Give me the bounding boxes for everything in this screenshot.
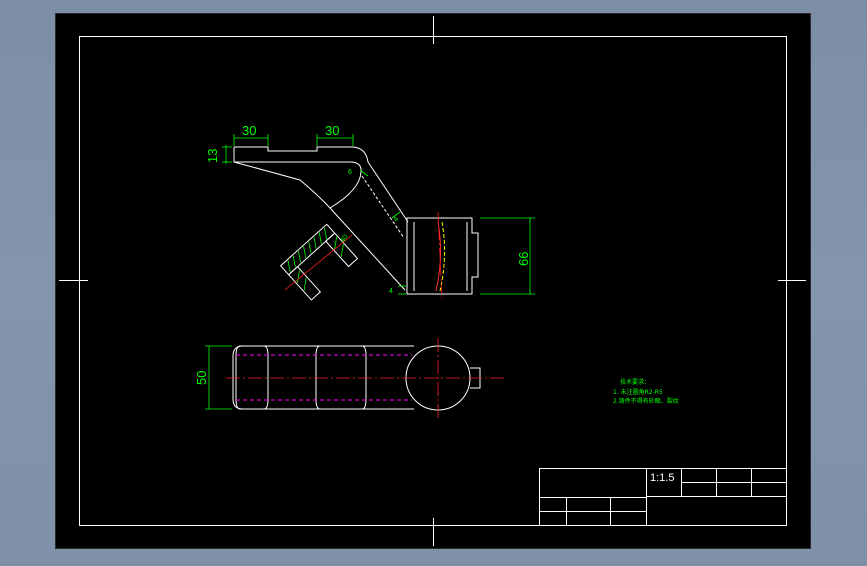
tech-req-item-2: 2.铸件不得有砂眼、裂纹 [613,397,679,405]
dim-top-left-width: 30 [242,123,256,138]
dim-top-right-width: 30 [325,123,339,138]
drawing-canvas[interactable]: 30 30 13 6 40 4 4 66 50 技术要求： 1. 未注圆角R2-… [0,0,867,562]
dim-small-step: 4 [389,288,393,295]
title-block-scale: 1:1.5 [650,472,674,484]
dim-plan-height: 50 [194,371,209,385]
dim-right-height: 66 [516,252,531,266]
dim-fillet-label: 6 [348,169,352,176]
cad-viewport[interactable]: 30 30 13 6 40 4 4 66 50 技术要求： 1. 未注圆角R2-… [0,0,867,562]
tech-req-heading: 技术要求： [620,378,650,386]
tech-req-item-1: 1. 未注圆角R2-R5 [613,388,663,396]
dim-flange-thickness: 13 [205,149,220,163]
